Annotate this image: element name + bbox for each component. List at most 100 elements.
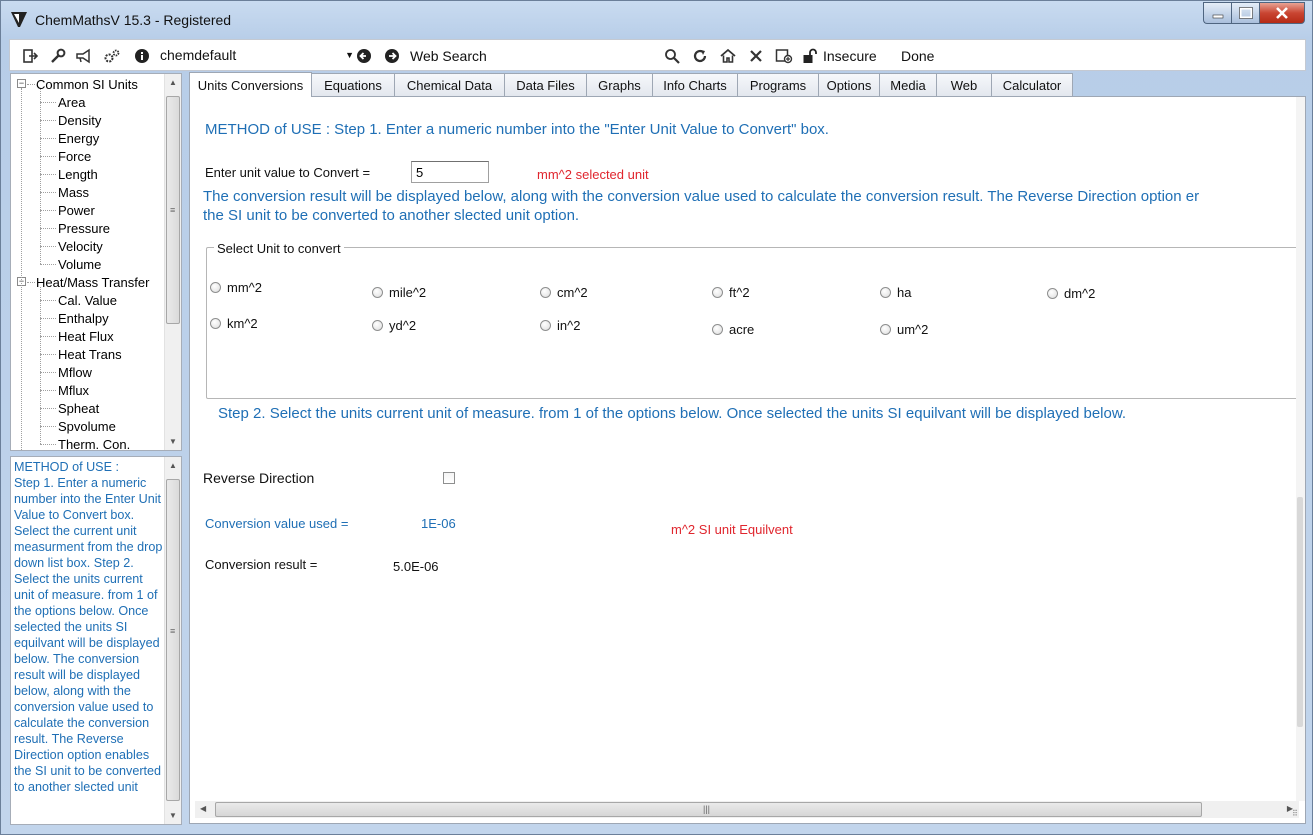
- unit-radio-option[interactable]: dm^2: [1047, 286, 1095, 301]
- wrench-icon: [51, 48, 66, 63]
- scroll-down-arrow-icon[interactable]: ▼: [165, 433, 181, 450]
- search-button[interactable]: [662, 46, 682, 66]
- close-button[interactable]: [1259, 2, 1305, 24]
- tab-calculator[interactable]: Calculator: [991, 73, 1073, 96]
- tree-group-label: Common SI Units: [36, 77, 138, 92]
- security-status: Insecure: [823, 48, 877, 64]
- help-text-body: METHOD of USE : Step 1. Enter a numeric …: [14, 460, 163, 794]
- radio-circle-icon[interactable]: [1047, 288, 1058, 299]
- tree-scrollbar[interactable]: ▲ ≡ ▼: [164, 74, 181, 450]
- help-scroll-thumb[interactable]: ≡: [166, 479, 180, 801]
- unit-radio-option[interactable]: in^2: [540, 318, 580, 333]
- radio-circle-icon[interactable]: [210, 282, 221, 293]
- home-button[interactable]: [718, 46, 738, 66]
- tab-units-conversions[interactable]: Units Conversions: [189, 72, 312, 97]
- tree-collapse-icon[interactable]: −: [17, 79, 26, 88]
- unit-radio-label: um^2: [897, 322, 929, 337]
- radio-circle-icon[interactable]: [372, 320, 383, 331]
- tab-graphs[interactable]: Graphs: [586, 73, 653, 96]
- method-heading: METHOD of USE : Step 1. Enter a numeric …: [205, 121, 829, 138]
- tree-item-label: Heat Flux: [58, 329, 114, 344]
- content-vscroll-thumb[interactable]: [1297, 497, 1303, 727]
- hscroll-thumb[interactable]: |||: [215, 802, 1202, 817]
- tab-media[interactable]: Media: [879, 73, 937, 96]
- radio-circle-icon[interactable]: [210, 318, 221, 329]
- dropdown-arrow-icon: ▼: [345, 50, 354, 60]
- hscroll-grip-icon: |||: [703, 804, 711, 814]
- refresh-button[interactable]: [690, 46, 710, 66]
- unit-radio-option[interactable]: mm^2: [210, 280, 262, 295]
- tree-item-label: Velocity: [58, 239, 103, 254]
- back-arrow-icon: [357, 49, 371, 63]
- radio-circle-icon[interactable]: [880, 287, 891, 298]
- tree-item-label: Enthalpy: [58, 311, 109, 326]
- radio-circle-icon[interactable]: [712, 287, 723, 298]
- radio-circle-icon[interactable]: [880, 324, 891, 335]
- back-button[interactable]: [354, 46, 374, 66]
- scroll-up-arrow-icon[interactable]: ▲: [165, 74, 181, 91]
- close-icon: [1276, 7, 1288, 19]
- unit-radio-option[interactable]: mile^2: [372, 285, 426, 300]
- tab-data-files[interactable]: Data Files: [504, 73, 587, 96]
- exit-button[interactable]: [20, 46, 40, 66]
- forward-button[interactable]: [382, 46, 402, 66]
- help-scrollbar[interactable]: ▲ ≡ ▼: [164, 457, 181, 824]
- web-search-label[interactable]: Web Search: [410, 48, 487, 64]
- info-button[interactable]: [132, 46, 152, 66]
- forward-arrow-icon: [385, 49, 399, 63]
- security-lock-indicator[interactable]: [800, 46, 820, 66]
- scroll-down-arrow-icon[interactable]: ▼: [165, 807, 181, 824]
- radio-circle-icon[interactable]: [372, 287, 383, 298]
- tab-options[interactable]: Options: [818, 73, 880, 96]
- tree-group-label: Heat/Mass Transfer: [36, 275, 150, 290]
- tab-programs[interactable]: Programs: [737, 73, 819, 96]
- stop-button[interactable]: [746, 46, 766, 66]
- help-text: METHOD of USE : Step 1. Enter a numeric …: [14, 459, 164, 795]
- reverse-direction-checkbox[interactable]: [443, 472, 455, 484]
- content-horizontal-scrollbar[interactable]: ◀ ||| ▶: [195, 801, 1299, 818]
- unit-radio-option[interactable]: cm^2: [540, 285, 588, 300]
- unit-radio-label: in^2: [557, 318, 581, 333]
- radio-circle-icon[interactable]: [540, 320, 551, 331]
- tree-item-label: Power: [58, 203, 95, 218]
- tab-web[interactable]: Web: [936, 73, 992, 96]
- radio-circle-icon[interactable]: [712, 324, 723, 335]
- tab-equations[interactable]: Equations: [311, 73, 395, 96]
- resize-grip-icon[interactable]: ⠿: [1292, 810, 1304, 824]
- settings-button[interactable]: [102, 46, 122, 66]
- unit-radio-option[interactable]: ft^2: [712, 285, 750, 300]
- radio-circle-icon[interactable]: [540, 287, 551, 298]
- tab-label: Media: [890, 77, 926, 93]
- unit-radio-option[interactable]: yd^2: [372, 318, 416, 333]
- profile-dropdown[interactable]: chemdefault ▼: [160, 44, 356, 66]
- megaphone-icon: [76, 48, 90, 64]
- unit-radio-option[interactable]: ha: [880, 285, 911, 300]
- close-x-icon: [750, 50, 762, 62]
- tree-scroll-thumb[interactable]: ≡: [166, 96, 180, 324]
- announce-button[interactable]: [74, 46, 94, 66]
- unit-radio-option[interactable]: um^2: [880, 322, 928, 337]
- new-tab-button[interactable]: [774, 46, 794, 66]
- content-vertical-scrollbar[interactable]: [1296, 97, 1305, 801]
- maximize-button[interactable]: [1231, 2, 1259, 24]
- tree-item-label: Area: [58, 95, 86, 110]
- tree-item-label: Therm. Con.: [58, 437, 131, 451]
- help-panel: METHOD of USE : Step 1. Enter a numeric …: [10, 456, 182, 825]
- window-title: ChemMathsV 15.3 - Registered: [35, 12, 232, 28]
- tree-item-label: Spvolume: [58, 419, 116, 434]
- tab-chemical-data[interactable]: Chemical Data: [394, 73, 505, 96]
- tab-label: Programs: [749, 77, 807, 93]
- add-page-icon: [775, 49, 793, 64]
- load-status: Done: [901, 48, 935, 64]
- tree-root-line: [21, 88, 22, 450]
- profile-value: chemdefault: [160, 47, 237, 63]
- unit-radio-option[interactable]: acre: [712, 322, 754, 337]
- conversion-value-label: Conversion value used =: [205, 516, 349, 531]
- scroll-left-arrow-icon[interactable]: ◀: [200, 804, 206, 813]
- tools-button[interactable]: [48, 46, 68, 66]
- unit-radio-option[interactable]: km^2: [210, 316, 258, 331]
- minimize-button[interactable]: [1203, 2, 1231, 24]
- tab-info-charts[interactable]: Info Charts: [652, 73, 738, 96]
- scroll-up-arrow-icon[interactable]: ▲: [165, 457, 181, 474]
- unit-value-input[interactable]: [411, 161, 489, 183]
